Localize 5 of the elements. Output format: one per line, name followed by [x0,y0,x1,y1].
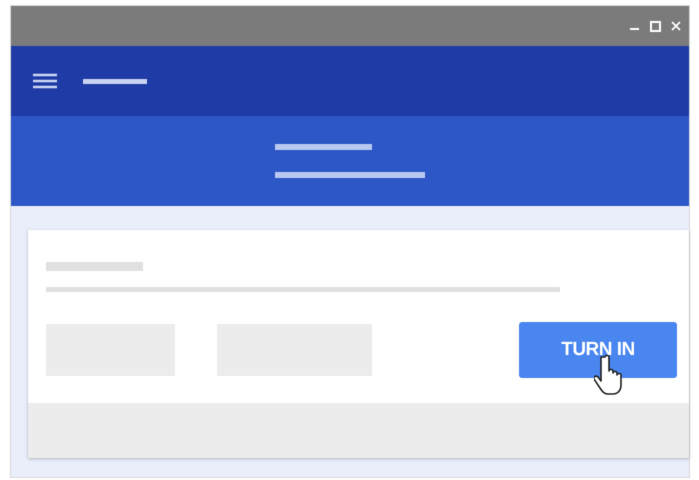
menu-icon[interactable] [33,73,57,89]
maximize-icon[interactable] [650,20,661,32]
turn-in-button[interactable]: TURN IN [519,322,677,378]
close-icon[interactable] [671,21,681,31]
title-placeholder-drawing [83,78,147,84]
